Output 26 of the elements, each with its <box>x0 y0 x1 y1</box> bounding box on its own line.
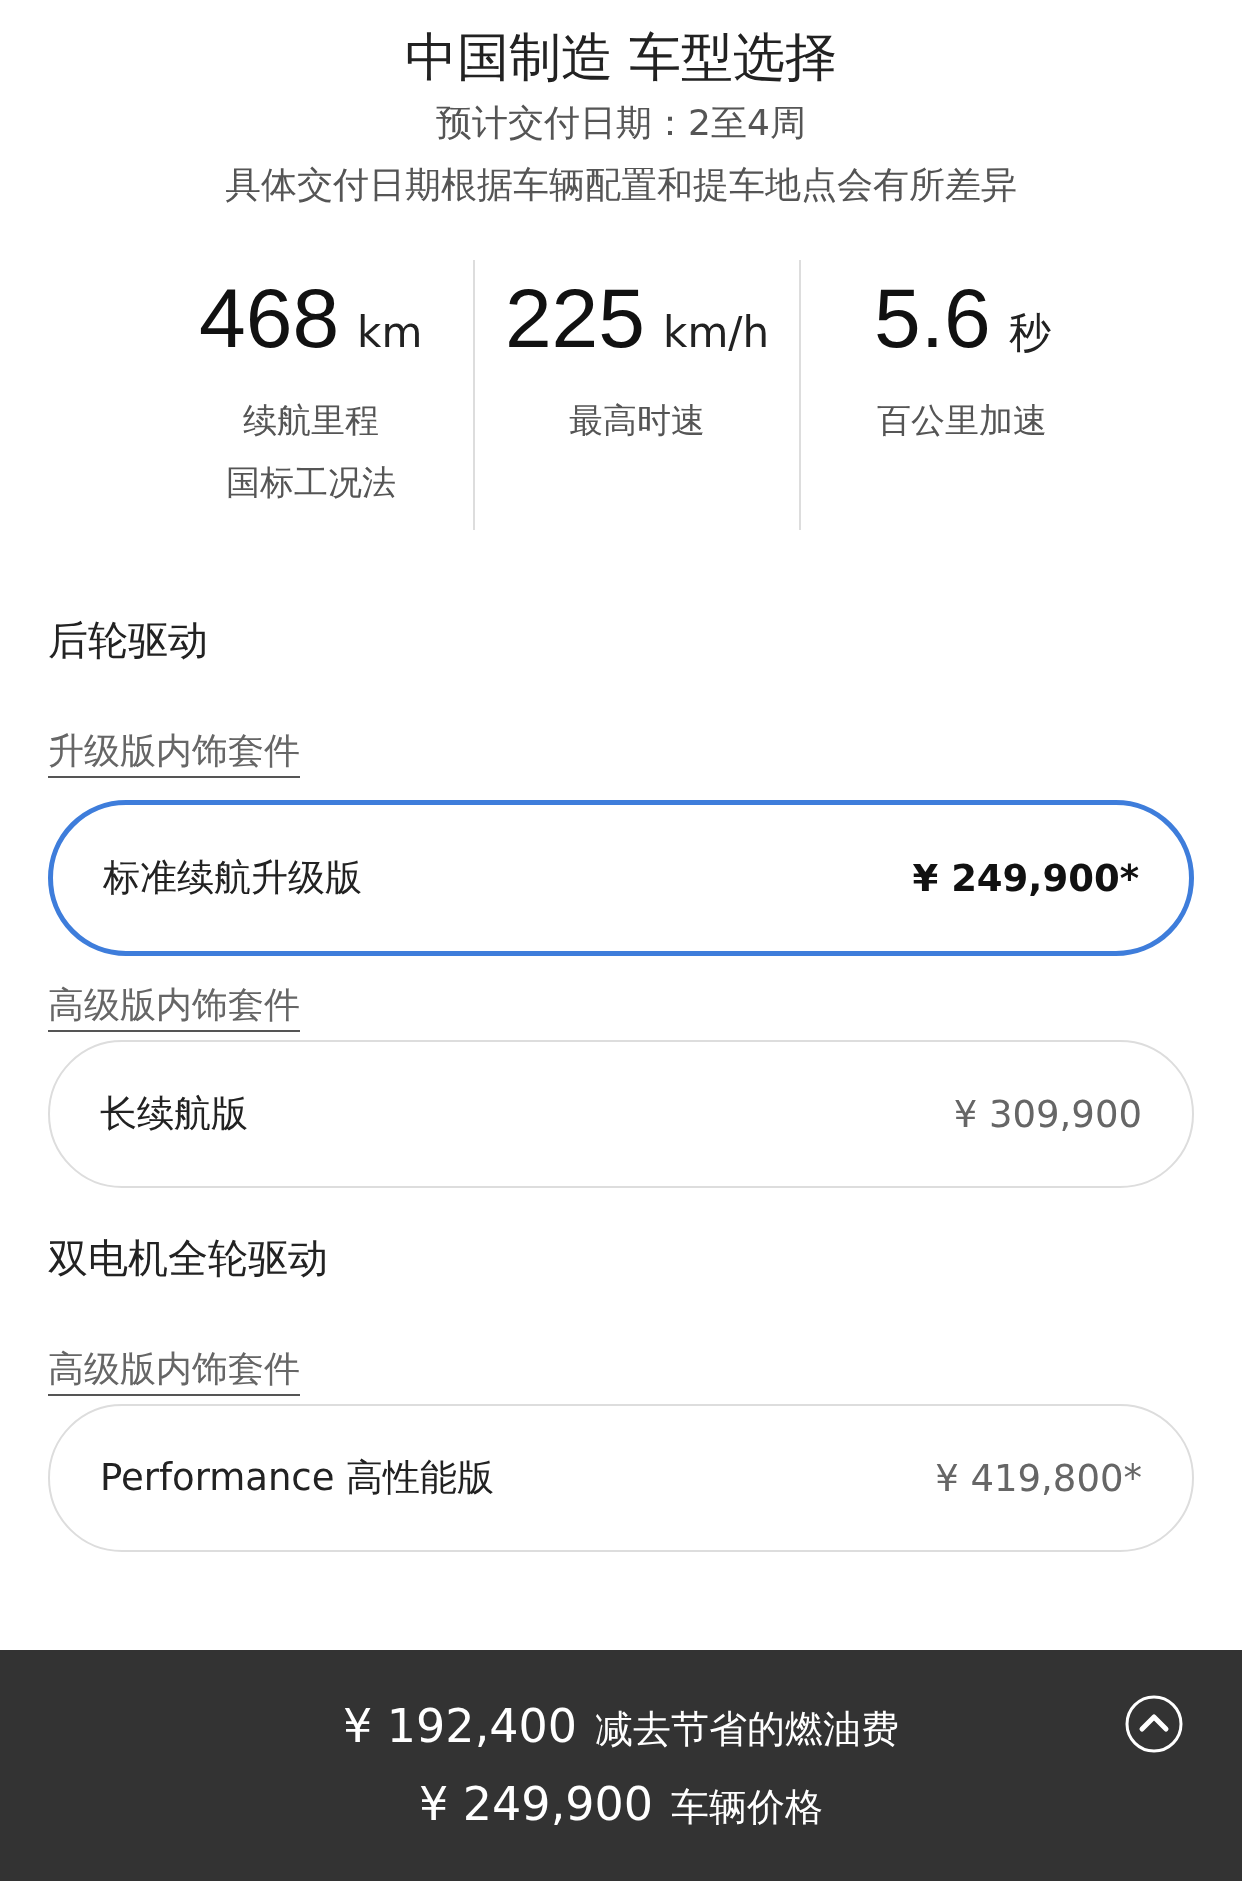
stat-value: 468 <box>198 270 340 367</box>
price-label: 减去节省的燃油费 <box>595 1705 900 1753</box>
interior-package-link[interactable]: 高级版内饰套件 <box>48 1344 300 1396</box>
stat-label: 续航里程 <box>242 399 379 442</box>
stat-unit: km/h <box>663 308 770 357</box>
drive-heading: 后轮驱动 <box>48 616 209 665</box>
stat-value: 225 <box>504 270 646 367</box>
delivery-note: 预计交付日期：2至4周 <box>435 101 807 145</box>
delivery-note: 具体交付日期根据车辆配置和提车地点会有所差异 <box>224 163 1018 207</box>
interior-package-link[interactable]: 升级版内饰套件 <box>48 726 300 778</box>
stat-unit: km <box>357 308 423 357</box>
stat-unit: 秒 <box>1008 307 1051 359</box>
model-option[interactable]: 长续航版 ¥ 309,900 <box>48 1040 1194 1188</box>
page-title: 中国制造 车型选择 <box>403 26 839 89</box>
interior-package-link[interactable]: 高级版内饰套件 <box>48 980 300 1032</box>
price-amount: ¥ 249,900 <box>418 1776 654 1831</box>
price-amount: ¥ 192,400 <box>342 1698 578 1753</box>
chevron-up-icon[interactable] <box>1124 1694 1184 1754</box>
model-option[interactable]: Performance 高性能版 ¥ 419,800* <box>48 1404 1194 1552</box>
stat-value: 5.6 <box>873 270 991 367</box>
model-option[interactable]: 标准续航升级版 ¥ 249,900* <box>48 800 1194 956</box>
stat-label: 百公里加速 <box>877 399 1048 442</box>
stat-label: 最高时速 <box>569 399 705 442</box>
price-label: 车辆价格 <box>671 1783 824 1831</box>
drive-heading: 双电机全轮驱动 <box>48 1234 329 1283</box>
stat-label: 国标工况法 <box>225 461 396 504</box>
